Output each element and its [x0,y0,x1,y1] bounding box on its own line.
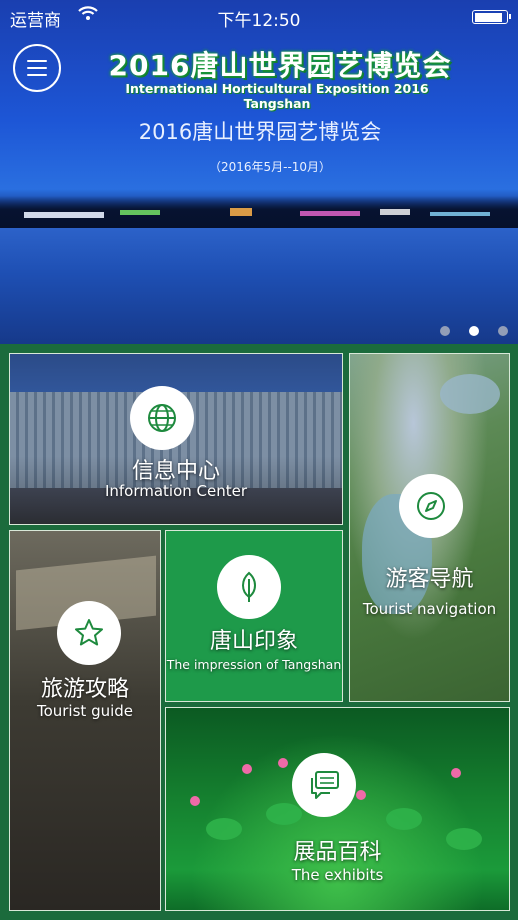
lotus-flower [278,758,288,768]
banner-title-english: International Horticultural Exposition 2… [125,81,429,111]
tile-impression-of-tangshan[interactable]: 唐山印象 The impression of Tangshan [165,530,343,702]
tile-label-cn: 旅游攻略 [40,677,129,702]
tile-label-cn: 信息中心 [131,459,220,484]
tile-label-en: Tourist guide [36,702,134,720]
status-time: 下午12:50 [217,11,301,31]
star-icon [57,601,121,665]
tile-tourist-navigation[interactable]: 游客导航 Tourist navigation [349,353,510,702]
building-sky [10,354,342,392]
tile-label-en: Tourist navigation [362,600,497,618]
hamburger-icon-line [27,67,47,69]
lotus-flower [190,796,200,806]
carousel-dot[interactable] [498,326,508,336]
lotus-flower [451,768,461,778]
tile-label-cn: 展品百科 [293,840,382,865]
lotus-leaf [266,803,302,825]
tile-exhibits[interactable]: 展品百科 The exhibits [165,707,510,911]
status-bar: 运营商 下午12:50 [0,0,518,34]
banner-title: 2016唐山世界园艺博览会 [108,49,452,82]
hero-banner[interactable]: 2016唐山世界园艺博览会 International Horticultura… [0,0,518,344]
battery-icon [472,10,511,24]
tile-label-en: The impression of Tangshan [166,657,342,672]
carousel-dot-active[interactable] [468,326,479,336]
lotus-flower [242,764,252,774]
hamburger-icon-line [27,74,47,76]
hamburger-icon [27,60,47,62]
lotus-flower [356,790,366,800]
banner-dates: （2016年5月--10月） [208,160,332,174]
carousel-indicator [426,321,508,336]
map-lake [440,374,500,414]
tile-label-en: The exhibits [291,866,384,884]
tile-label-cn: 游客导航 [385,567,474,592]
tile-tourist-guide[interactable]: 旅游攻略 Tourist guide [9,530,161,911]
tile-label-en: Information Center [104,482,248,500]
leaf-icon [217,555,281,619]
lotus-leaf [386,808,422,830]
chat-icon [292,753,356,817]
compass-icon [399,474,463,538]
globe-icon [130,386,194,450]
battery-level [474,12,502,22]
banner-city-lights [24,208,490,218]
carousel-dot[interactable] [439,326,450,336]
tile-information-center[interactable]: 信息中心 Information Center [9,353,343,525]
menu-button[interactable] [13,44,61,92]
banner-subtitle: 2016唐山世界园艺博览会 [138,120,382,144]
tile-label-cn: 唐山印象 [209,629,298,654]
